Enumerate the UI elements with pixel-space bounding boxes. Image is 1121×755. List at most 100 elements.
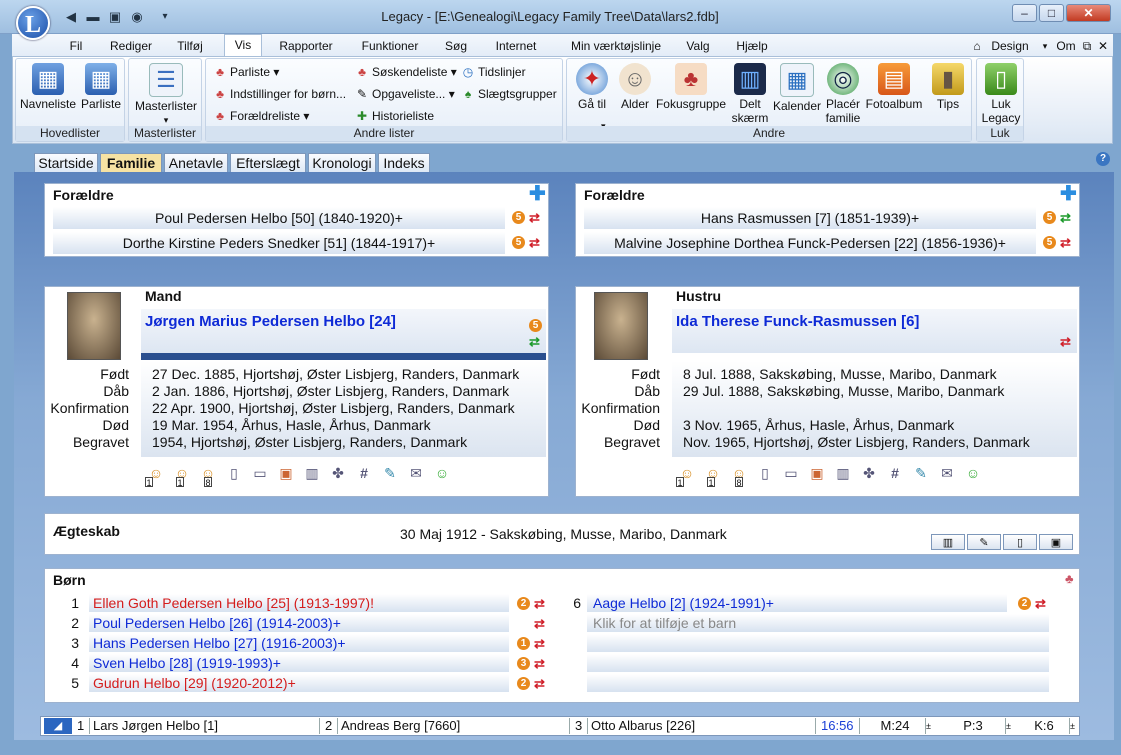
- om-dropdown-icon[interactable]: ▾: [1040, 37, 1050, 55]
- restore-icon[interactable]: ⧉: [1080, 37, 1094, 55]
- menu-tab-rapporter[interactable]: Rapporter: [272, 37, 340, 55]
- child-row[interactable]: Gudrun Helbo [29] (1920-2012)+: [89, 674, 509, 692]
- children-family-icon[interactable]: ♣: [1065, 571, 1074, 586]
- husband-photo[interactable]: [67, 292, 121, 360]
- minimize-button[interactable]: –: [1012, 4, 1037, 22]
- tidslinjer-button[interactable]: ◷ Tidslinjer: [460, 63, 526, 81]
- menu-tab-soeg[interactable]: Søg: [440, 37, 472, 55]
- foraeldreliste-button[interactable]: ♣ Forældreliste ▾: [212, 107, 309, 125]
- swap-arrows-icon[interactable]: ⇄: [534, 657, 545, 670]
- tab-indeks[interactable]: Indeks: [378, 153, 430, 172]
- picture-icon[interactable]: ▣: [804, 463, 830, 483]
- tab-kronologi[interactable]: Kronologi: [308, 153, 376, 172]
- husband-mother-row[interactable]: Dorthe Kirstine Peders Snedker [51] (184…: [53, 232, 505, 254]
- child-row[interactable]: Aage Helbo [2] (1924-1991)+: [587, 594, 1007, 612]
- add-parents-icon[interactable]: ✚: [1060, 184, 1077, 204]
- empty-child-row[interactable]: [587, 634, 1049, 652]
- spinner-icon[interactable]: ±: [1070, 718, 1080, 734]
- todo-icon[interactable]: ✎: [908, 463, 934, 483]
- associate-icon[interactable]: ☺: [960, 463, 986, 483]
- close-doc-icon[interactable]: ✕: [1096, 37, 1110, 55]
- luk-legacy-button[interactable]: ▯ Luk Legacy: [979, 61, 1023, 125]
- tab-anetavle[interactable]: Anetavle: [164, 153, 228, 172]
- swap-arrows-icon[interactable]: ⇄: [534, 597, 545, 610]
- empty-child-row[interactable]: [587, 674, 1049, 692]
- marriage-source-button[interactable]: ▥: [931, 534, 965, 550]
- swap-arrows-icon[interactable]: ⇄: [529, 236, 540, 249]
- help-icon[interactable]: ?: [1096, 152, 1110, 166]
- menu-tab-min-vaerktoejslinje[interactable]: Min værktøjslinje: [560, 37, 672, 55]
- alder-button[interactable]: ☺ Alder: [615, 61, 655, 111]
- placer-familie-button[interactable]: ◎ Placér familie: [823, 61, 863, 125]
- swap-arrows-icon[interactable]: ⇄: [1035, 597, 1046, 610]
- todo-icon[interactable]: ✎: [377, 463, 403, 483]
- source-icon[interactable]: ▥: [299, 463, 325, 483]
- indstillinger-button[interactable]: ♣ Indstillinger for børn...: [212, 85, 346, 103]
- spinner-icon[interactable]: ±: [926, 718, 936, 734]
- parliste-button[interactable]: ▦ Parliste: [78, 61, 124, 111]
- customize-dropdown-icon[interactable]: ▾: [156, 9, 174, 25]
- associate-icon[interactable]: ☺: [429, 463, 455, 483]
- monitor-icon[interactable]: ▣: [106, 9, 124, 25]
- kalender-button[interactable]: ▦ Kalender: [771, 61, 823, 113]
- menu-tab-hjaelp[interactable]: Hjælp: [730, 37, 774, 55]
- swap-arrows-icon[interactable]: ⇄: [529, 335, 540, 348]
- picture-icon[interactable]: ▣: [273, 463, 299, 483]
- menu-tab-tilfoej[interactable]: Tilføj: [166, 37, 214, 55]
- source-icon[interactable]: ▥: [830, 463, 856, 483]
- swap-arrows-icon[interactable]: ⇄: [534, 677, 545, 690]
- note-icon[interactable]: ▯: [752, 463, 778, 483]
- masterlister-button[interactable]: ☰ Masterlister ▾: [131, 61, 201, 127]
- design-menu[interactable]: Design: [988, 37, 1032, 55]
- slaegtsgrupper-button[interactable]: ♠ Slægtsgrupper: [460, 85, 557, 103]
- wife-father-row[interactable]: Hans Rasmussen [7] (1851-1939)+: [584, 207, 1036, 229]
- hash-icon[interactable]: #: [882, 463, 908, 483]
- add-parents-icon[interactable]: ✚: [529, 184, 546, 204]
- tab-efterslaegt[interactable]: Efterslægt: [230, 153, 306, 172]
- close-button[interactable]: ✕: [1066, 4, 1111, 22]
- fokusgruppe-button[interactable]: ♣ Fokusgruppe: [655, 61, 727, 111]
- swap-arrows-icon[interactable]: ⇄: [1060, 236, 1071, 249]
- maximize-button[interactable]: □: [1039, 4, 1064, 22]
- swap-arrows-icon[interactable]: ⇄: [529, 211, 540, 224]
- note-icon[interactable]: ▯: [221, 463, 247, 483]
- menu-tab-valg[interactable]: Valg: [680, 37, 716, 55]
- research-icon[interactable]: ✤: [856, 463, 882, 483]
- om-menu[interactable]: Om: [1052, 37, 1080, 55]
- research-icon[interactable]: ✤: [325, 463, 351, 483]
- wife-name-box[interactable]: Ida Therese Funck-Rasmussen [6] ⇄: [672, 309, 1077, 353]
- marriage-picture-button[interactable]: ▣: [1039, 534, 1073, 550]
- child-row[interactable]: Sven Helbo [28] (1919-1993)+: [89, 654, 509, 672]
- tab-startside[interactable]: Startside: [34, 153, 98, 172]
- historieliste-button[interactable]: ✚ Historieliste: [354, 107, 434, 125]
- scroll-icon[interactable]: ✉: [934, 463, 960, 483]
- menu-tab-vis[interactable]: Vis: [224, 34, 262, 56]
- menu-tab-internet[interactable]: Internet: [486, 37, 546, 55]
- menu-tab-funktioner[interactable]: Funktioner: [350, 37, 430, 55]
- scroll-icon[interactable]: ✉: [403, 463, 429, 483]
- person-slot-2[interactable]: Andreas Berg [7660]: [338, 718, 570, 734]
- child-row[interactable]: Poul Pedersen Helbo [26] (1914-2003)+: [89, 614, 509, 632]
- person-slot-3[interactable]: Otto Albarus [226]: [588, 718, 816, 734]
- navneliste-button[interactable]: ▦ Navneliste: [18, 61, 78, 111]
- opgaveliste-button[interactable]: ✎ Opgaveliste... ▾: [354, 85, 455, 103]
- back-icon[interactable]: ◀: [62, 9, 80, 25]
- fotoalbum-button[interactable]: ▤ Fotoalbum: [863, 61, 925, 111]
- swap-arrows-icon[interactable]: ⇄: [534, 637, 545, 650]
- wife-photo[interactable]: [594, 292, 648, 360]
- add-child-row[interactable]: Klik for at tilføje et barn: [587, 614, 1049, 632]
- swap-arrows-icon[interactable]: ⇄: [1060, 335, 1071, 348]
- delt-skaerm-button[interactable]: ▥ Delt skærm: [727, 61, 773, 125]
- book-icon[interactable]: ▭: [247, 463, 273, 483]
- empty-child-row[interactable]: [587, 654, 1049, 672]
- tab-familie[interactable]: Familie: [100, 153, 162, 172]
- menu-tab-rediger[interactable]: Rediger: [104, 37, 158, 55]
- child-row[interactable]: Ellen Goth Pedersen Helbo [25] (1913-199…: [89, 594, 509, 612]
- spinner-icon[interactable]: ±: [1006, 718, 1016, 734]
- tips-button[interactable]: ▮ Tips: [927, 61, 969, 111]
- gaa-til-button[interactable]: ✦ Gå til: [571, 61, 613, 111]
- husband-father-row[interactable]: Poul Pedersen Helbo [50] (1840-1920)+: [53, 207, 505, 229]
- hash-icon[interactable]: #: [351, 463, 377, 483]
- swap-arrows-icon[interactable]: ⇄: [534, 617, 545, 630]
- menu-tab-fil[interactable]: Fil: [58, 37, 94, 55]
